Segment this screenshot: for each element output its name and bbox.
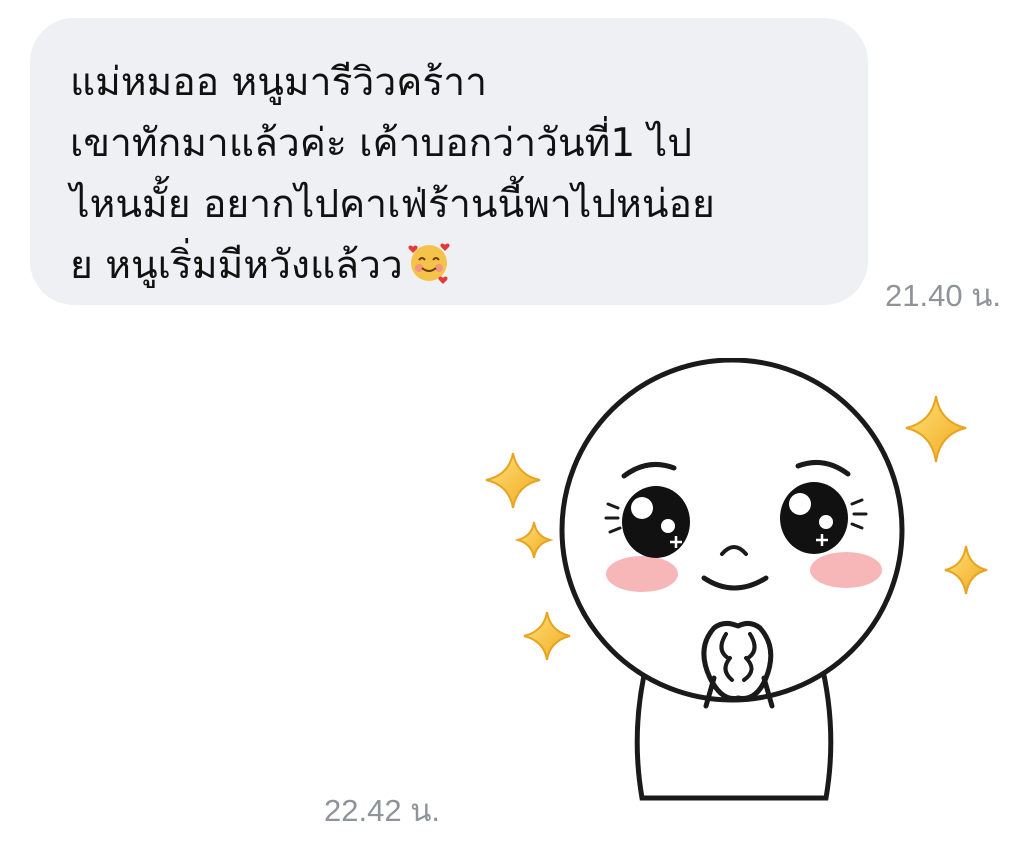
message-line-4-text: ย หนูเริ่มมีหวังแล้วว: [70, 243, 403, 288]
message-time-2: 22.42 น.: [324, 793, 440, 828]
sparkle-icon: [485, 452, 541, 509]
sparkle-icon: [523, 611, 571, 661]
message-line-1: แม่หมออ หนูมารีวิวคร้าา: [70, 60, 488, 105]
message-bubble[interactable]: แม่หมออ หนูมารีวิวคร้าา เขาทักมาแล้วค่ะ …: [30, 18, 868, 305]
sparkle-icon: [944, 545, 988, 595]
sparkle-icon: [514, 521, 554, 559]
message-time-1: 21.40 น.: [885, 278, 1001, 313]
smiling-face-with-hearts-icon: [408, 243, 450, 284]
pleading-face-sticker[interactable]: [470, 358, 1000, 818]
right-blush: [810, 552, 882, 588]
message-line-3: ไหนมั้ย อยากไปคาเฟ่ร้านนี้พาไปหน่อย: [70, 182, 715, 227]
bubble-tail: [39, 64, 71, 94]
sparkle-icon: [905, 395, 967, 463]
message-line-4: ย หนูเริ่มมีหวังแล้วว: [70, 235, 838, 296]
message-line-2: เขาทักมาแล้วค่ะ เค้าบอกว่าวันที่1 ไป: [70, 121, 692, 166]
left-blush: [606, 556, 678, 592]
